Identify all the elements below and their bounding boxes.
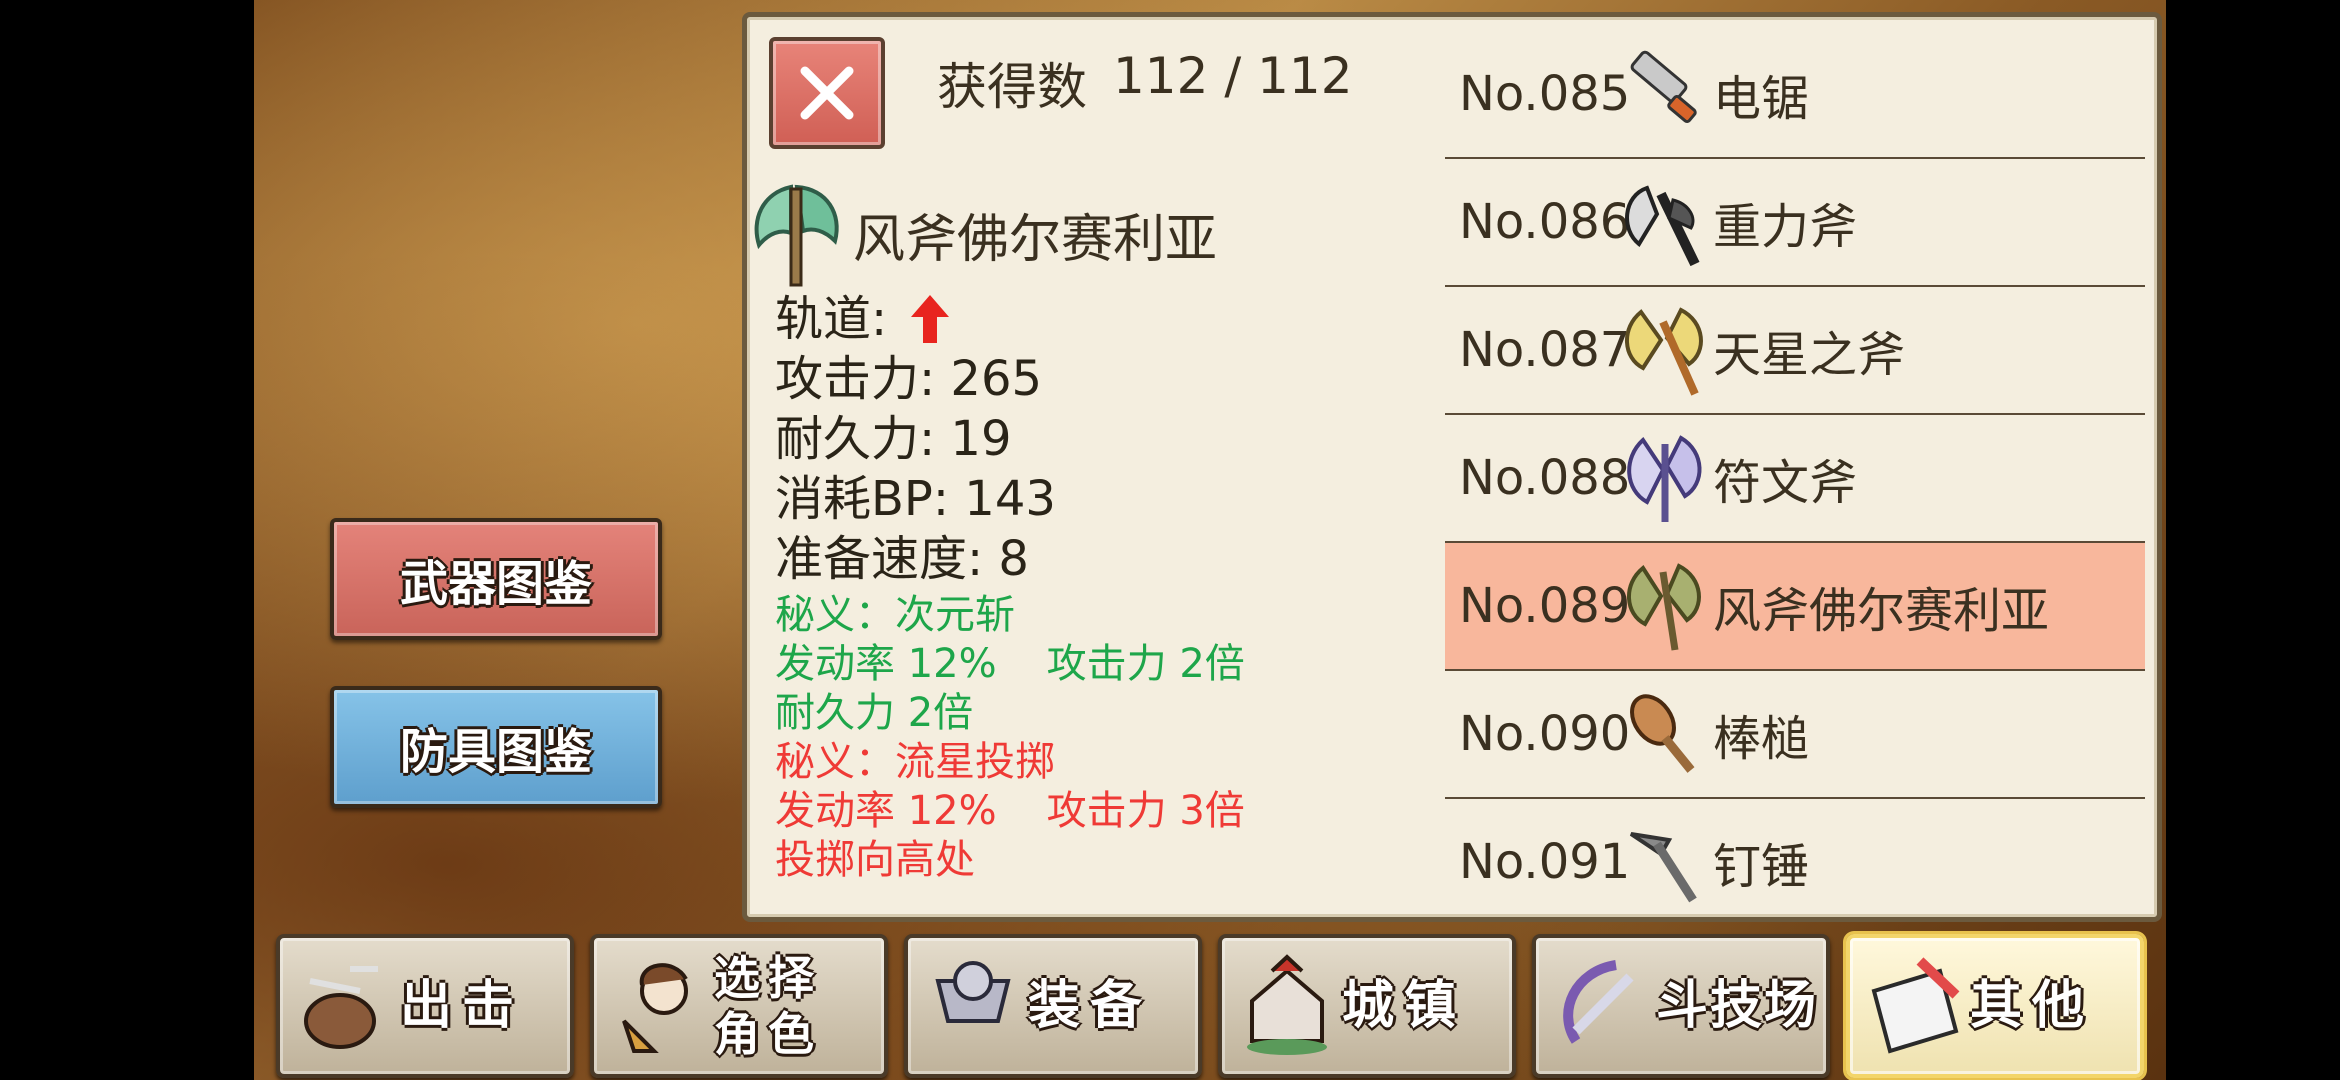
weapon-encyclopedia-label: 武器图鉴 (399, 556, 592, 612)
durability-stat: 耐久力: 19 (775, 411, 1012, 467)
weapon-number: No.091 (1459, 834, 1631, 890)
town-button[interactable]: 城镇 (1218, 934, 1516, 1078)
weapon-number: No.088 (1459, 450, 1631, 506)
weapon-encyclopedia-tab[interactable]: 武器图鉴 (330, 518, 662, 640)
secret-skills: 秘义：次元斩 发动率 12% 攻击力 2倍 耐久力 2倍 秘义：流星投掷 发动率… (775, 591, 1245, 885)
weapon-name: 重力斧 (1713, 199, 1858, 255)
mace-icon (1629, 832, 1697, 903)
weapon-list-item-085[interactable]: No.085 电锯 (1445, 31, 2145, 159)
character-icon (622, 963, 688, 1053)
skill2-effect2: 投掷向高处 (775, 837, 975, 883)
weapon-stats: 轨道: 攻击力: 265 耐久力: 19 消耗BP: 143 准备速度: 8 (775, 289, 1056, 589)
weapon-number: No.087 (1459, 322, 1631, 378)
gravity-axe-icon (1625, 185, 1700, 267)
club-icon (1630, 694, 1695, 773)
star-axe-icon (1625, 307, 1703, 396)
arena-button[interactable]: 斗技场 (1532, 934, 1830, 1078)
weapon-list-item-087[interactable]: No.087 天星之斧 (1445, 287, 2145, 415)
weapon-name: 棒槌 (1713, 711, 1810, 767)
weapon-list-item-091[interactable]: No.091 钉锤 (1445, 799, 2145, 925)
other-label: 其他 (1970, 976, 2095, 1036)
game-screen: 武器图鉴 防具图鉴 获得数 112 / 112 风斧佛尔赛利亚 轨道: 攻击力:… (254, 0, 2166, 1080)
weapon-list-item-089[interactable]: No.089 风斧佛尔赛利亚 (1445, 543, 2145, 671)
select-character-line2: 角色 (714, 1007, 822, 1061)
skill2-rate: 发动率 12% (775, 788, 997, 834)
trajectory-label: 轨道: (775, 291, 888, 347)
selected-weapon-name: 风斧佛尔赛利亚 (853, 209, 1218, 270)
close-icon (800, 66, 854, 120)
close-button[interactable] (769, 37, 885, 149)
weapon-name: 符文斧 (1713, 455, 1858, 511)
skill2-effect1: 攻击力 3倍 (1046, 788, 1245, 834)
encyclopedia-panel: 获得数 112 / 112 风斧佛尔赛利亚 轨道: 攻击力: 265 耐久力: … (742, 12, 2162, 922)
armor-encyclopedia-label: 防具图鉴 (399, 724, 592, 780)
select-character-line1: 选择 (714, 951, 822, 1005)
weapon-name: 天星之斧 (1713, 327, 1906, 383)
skill1-title: 秘义：次元斩 (775, 592, 1015, 638)
weapon-name: 风斧佛尔赛利亚 (1713, 583, 2050, 639)
weapon-name: 电锯 (1713, 71, 1810, 127)
other-button[interactable]: 其他 (1846, 934, 2144, 1078)
weapon-list: No.085 电锯 No.086 重力斧 No.087 天星之斧 No.088 … (1445, 31, 2145, 925)
attack-stat: 攻击力: 265 (775, 351, 1043, 407)
weapon-number: No.089 (1459, 578, 1631, 634)
wind-axe-icon (754, 184, 839, 287)
weapon-number: No.090 (1459, 706, 1631, 762)
sortie-icon (304, 966, 378, 1049)
arena-icon (1563, 960, 1634, 1044)
skill1-effect2: 耐久力 2倍 (775, 690, 974, 736)
arrow-up-icon (911, 295, 950, 343)
skill1-effect1: 攻击力 2倍 (1046, 641, 1245, 687)
equipment-button[interactable]: 装备 (904, 934, 1202, 1078)
selected-weapon-header: 风斧佛尔赛利亚 (747, 179, 1217, 289)
equipment-label: 装备 (1028, 976, 1153, 1036)
wind-axe-icon (1627, 563, 1701, 651)
town-icon (1247, 954, 1327, 1055)
chainsaw-icon (1630, 50, 1697, 123)
weapon-number: No.085 (1459, 66, 1631, 122)
bottom-nav: 出击 选择 角色 装备 城镇 斗技场 其他 (276, 928, 2156, 1078)
sortie-button[interactable]: 出击 (276, 934, 574, 1078)
weapon-list-item-090[interactable]: No.090 棒槌 (1445, 671, 2145, 799)
obtained-count: 获得数 112 / 112 (937, 47, 1353, 119)
skill1-rate: 发动率 12% (775, 641, 997, 687)
obtained-count-value: 112 / 112 (1113, 47, 1353, 105)
skill2-title: 秘义：流星投掷 (775, 739, 1055, 785)
other-scroll-icon (1871, 957, 1960, 1054)
weapon-number: No.086 (1459, 194, 1631, 250)
bp-cost-stat: 消耗BP: 143 (775, 471, 1056, 527)
armor-icon (935, 961, 1011, 1023)
select-character-label: 选择 角色 (714, 950, 822, 1062)
weapon-list-item-086[interactable]: No.086 重力斧 (1445, 159, 2145, 287)
weapon-name: 钉锤 (1713, 839, 1810, 895)
select-character-button[interactable]: 选择 角色 (590, 934, 888, 1078)
town-label: 城镇 (1342, 976, 1467, 1036)
prep-speed-stat: 准备速度: 8 (775, 531, 1029, 587)
arena-label: 斗技场 (1656, 976, 1819, 1036)
sortie-label: 出击 (400, 976, 525, 1036)
rune-axe-icon (1627, 435, 1702, 522)
weapon-list-item-088[interactable]: No.088 符文斧 (1445, 415, 2145, 543)
obtained-count-label: 获得数 (937, 58, 1087, 116)
armor-encyclopedia-tab[interactable]: 防具图鉴 (330, 686, 662, 808)
